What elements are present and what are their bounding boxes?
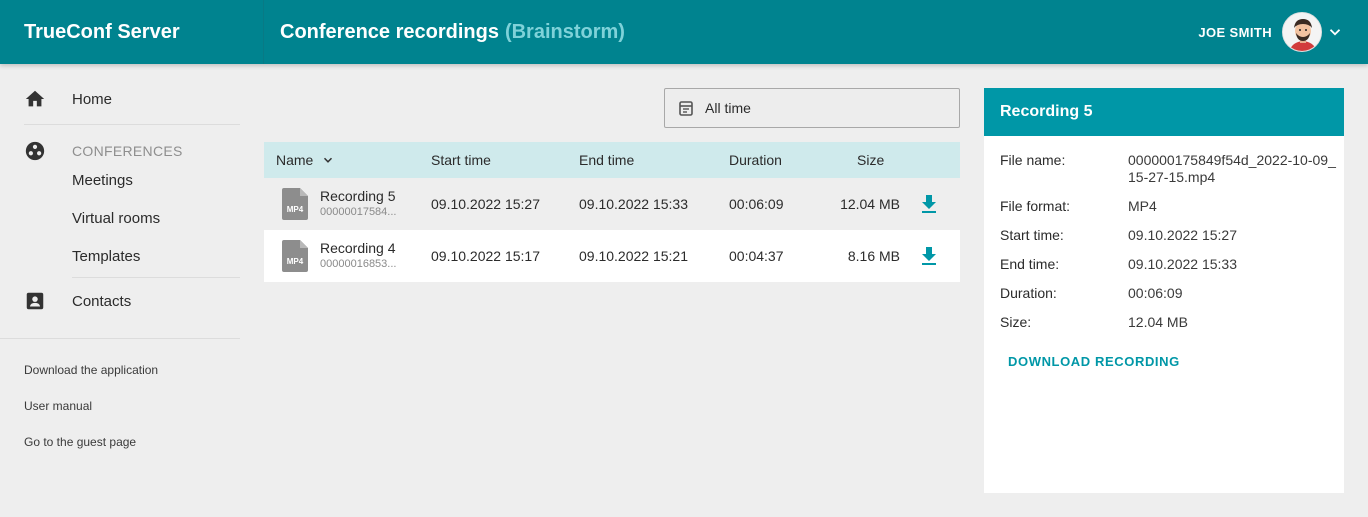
size-cell: 8.16 MB <box>847 248 900 264</box>
page-title: Conference recordings (Brainstorm) <box>280 0 625 64</box>
detail-label: Duration: <box>1000 285 1057 301</box>
sidebar-item-label: Home <box>72 90 113 108</box>
user-manual-link[interactable]: User manual <box>24 399 92 413</box>
start-time-cell: 09.10.2022 15:27 <box>431 196 540 212</box>
user-name[interactable]: JOE SMITH <box>1198 25 1272 40</box>
detail-value: 12.04 MB <box>1128 314 1188 330</box>
app-title[interactable]: TrueConf Server <box>0 0 264 64</box>
table-row[interactable]: MP4 Recording 4 00000016853... 09.10.202… <box>264 230 960 282</box>
download-recording-button[interactable]: DOWNLOAD RECORDING <box>1008 354 1180 369</box>
download-application-link[interactable]: Download the application <box>24 363 158 377</box>
sidebar: Home CONFERENCES Meetings Virtual rooms … <box>0 64 264 517</box>
conferences-icon <box>24 140 46 162</box>
calendar-icon <box>679 101 693 116</box>
sidebar-item-meetings[interactable]: Meetings <box>72 172 133 189</box>
detail-value: MP4 <box>1128 198 1157 214</box>
recording-file-name: 00000016853... <box>320 258 397 270</box>
chevron-down-icon[interactable] <box>1326 23 1344 41</box>
section-label-conferences: CONFERENCES <box>72 143 183 159</box>
guest-page-link[interactable]: Go to the guest page <box>24 435 136 449</box>
recording-name: Recording 4 <box>320 240 396 256</box>
start-time-cell: 09.10.2022 15:17 <box>431 248 540 264</box>
detail-label: Size: <box>1000 314 1032 330</box>
detail-value: 00:06:09 <box>1128 285 1183 301</box>
recording-file-name: 00000017584... <box>320 206 397 218</box>
column-header-duration[interactable]: Duration <box>729 142 782 178</box>
divider <box>72 277 240 278</box>
sidebar-item-label: Contacts <box>72 292 132 310</box>
end-time-cell: 09.10.2022 15:33 <box>579 196 688 212</box>
period-filter-value: All time <box>705 100 751 116</box>
download-icon[interactable] <box>920 194 938 214</box>
download-icon[interactable] <box>920 246 938 266</box>
column-header-start[interactable]: Start time <box>431 142 491 178</box>
svg-text:MP4: MP4 <box>287 257 304 266</box>
sidebar-section-conferences: CONFERENCES <box>24 140 182 162</box>
duration-cell: 00:04:37 <box>729 248 784 264</box>
divider <box>0 338 240 339</box>
table-row[interactable]: MP4 Recording 5 00000017584... 09.10.202… <box>264 178 960 230</box>
conference-name: (Brainstorm) <box>504 20 625 43</box>
contacts-icon <box>24 290 46 312</box>
detail-value: 09.10.2022 15:27 <box>1128 227 1237 243</box>
sidebar-item-home[interactable]: Home <box>24 88 112 110</box>
top-bar: TrueConf Server Conference recordings (B… <box>0 0 1368 64</box>
column-header-end[interactable]: End time <box>579 142 634 178</box>
details-title: Recording 5 <box>984 88 1344 136</box>
page-title-text: Conference recordings <box>280 20 499 43</box>
size-cell: 12.04 MB <box>840 196 900 212</box>
recording-details-panel: Recording 5 File name: 000000175849f54d_… <box>984 88 1344 493</box>
avatar[interactable] <box>1282 12 1322 52</box>
detail-value: 09.10.2022 15:33 <box>1128 256 1237 272</box>
mp4-file-icon: MP4 <box>282 240 308 272</box>
period-filter-select[interactable]: All time <box>664 88 960 128</box>
detail-label: File format: <box>1000 198 1071 214</box>
sidebar-item-templates[interactable]: Templates <box>72 248 140 265</box>
column-header-name[interactable]: Name <box>276 142 335 178</box>
detail-label: End time: <box>1000 256 1060 272</box>
detail-label: Start time: <box>1000 227 1064 243</box>
user-menu[interactable]: JOE SMITH <box>1198 0 1344 64</box>
mp4-file-icon: MP4 <box>282 188 308 220</box>
sidebar-item-contacts[interactable]: Contacts <box>24 290 131 312</box>
recording-name: Recording 5 <box>320 188 396 204</box>
column-header-size[interactable]: Size <box>857 142 884 178</box>
svg-text:MP4: MP4 <box>287 205 304 214</box>
detail-value: 000000175849f54d_2022-10-09_15-27-15.mp4 <box>1128 152 1336 185</box>
home-icon <box>24 88 46 110</box>
detail-label: File name: <box>1000 152 1066 168</box>
table-header: Name Start time End time Duration Size <box>264 142 960 178</box>
end-time-cell: 09.10.2022 15:21 <box>579 248 688 264</box>
divider <box>24 124 240 125</box>
recordings-table: Name Start time End time Duration Size M… <box>264 142 960 282</box>
sidebar-item-virtual-rooms[interactable]: Virtual rooms <box>72 210 160 227</box>
duration-cell: 00:06:09 <box>729 196 784 212</box>
sort-chevron-down-icon[interactable] <box>321 153 335 167</box>
